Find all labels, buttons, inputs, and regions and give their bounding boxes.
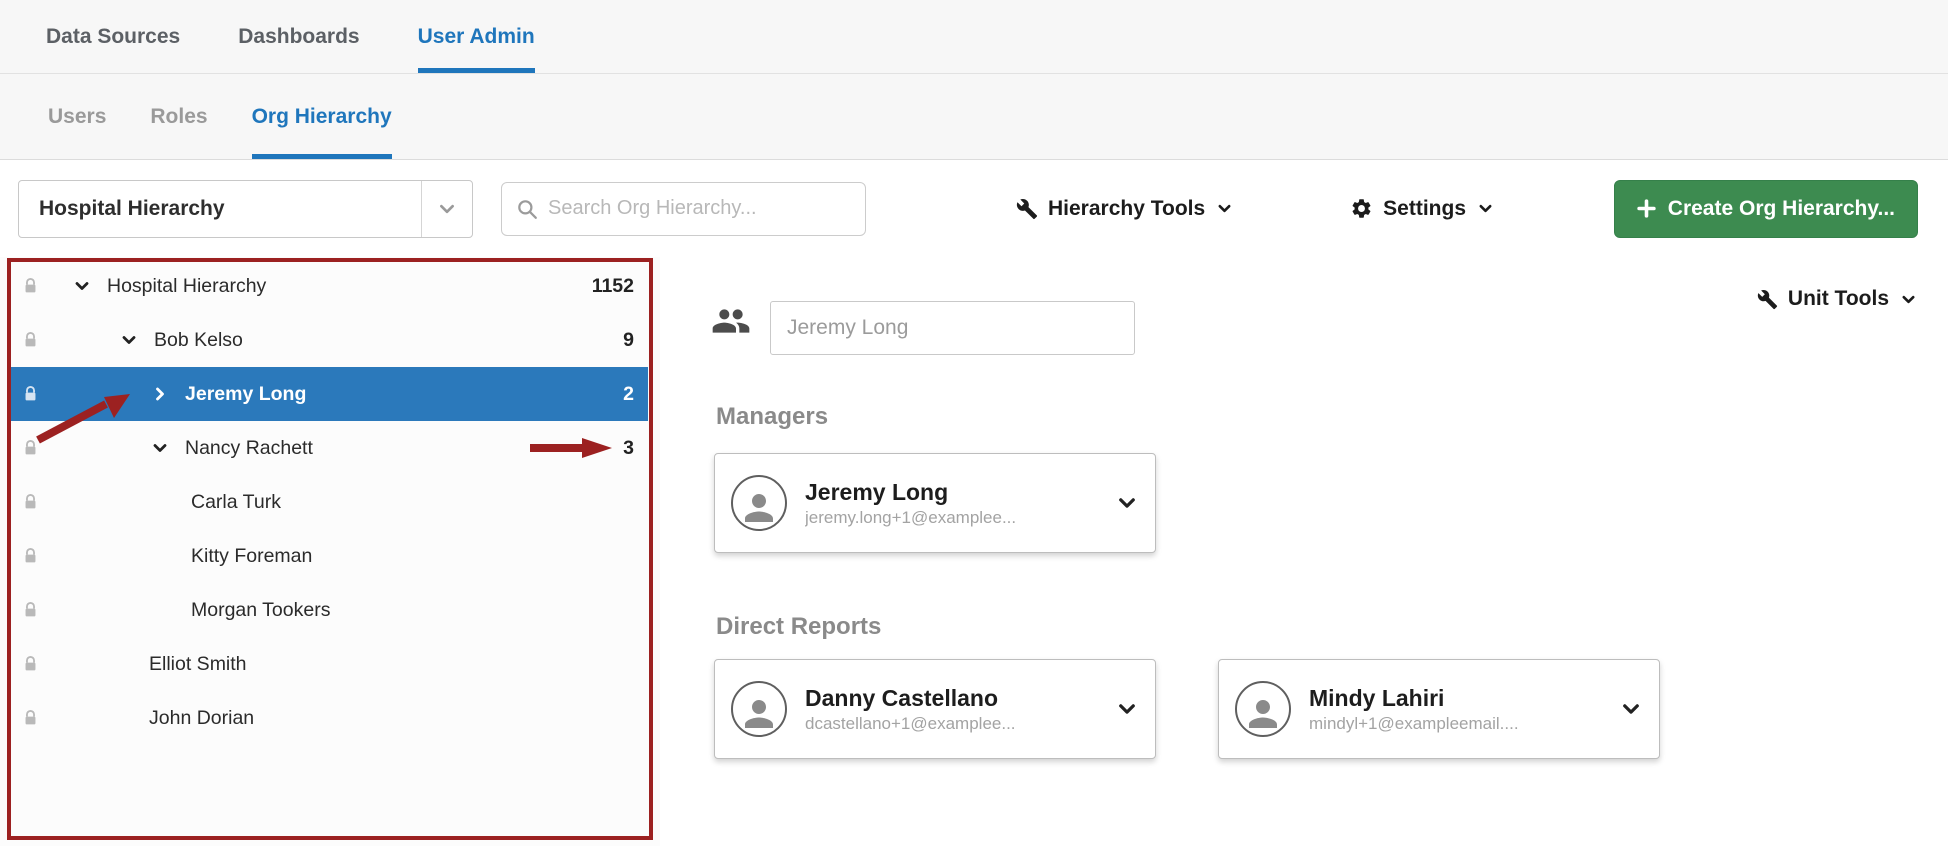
tree-row-selected[interactable]: Jeremy Long 2 <box>9 367 648 421</box>
lock-icon[interactable] <box>22 386 39 403</box>
search-icon <box>516 198 538 220</box>
nav-item-user-admin[interactable]: User Admin <box>418 0 535 73</box>
direct-reports-heading: Direct Reports <box>716 613 881 641</box>
chevron-down-icon <box>422 200 472 218</box>
tree-item-count: 3 <box>623 437 648 460</box>
direct-report-card[interactable]: Danny Castellano dcastellano+1@examplee.… <box>714 659 1156 759</box>
wrench-icon <box>1016 198 1038 220</box>
chevron-down-icon <box>1478 201 1493 216</box>
nav-item-data-sources[interactable]: Data Sources <box>46 0 180 73</box>
lock-icon[interactable] <box>22 602 39 619</box>
search-input[interactable] <box>548 197 851 220</box>
tree-item-label: Kitty Foreman <box>191 545 312 568</box>
person-name: Danny Castellano <box>805 684 1109 714</box>
settings-menu[interactable]: Settings <box>1350 197 1493 221</box>
chevron-down-icon <box>1901 292 1916 307</box>
hierarchy-select[interactable]: Hospital Hierarchy <box>18 180 473 238</box>
lock-icon[interactable] <box>22 278 39 295</box>
tree-item-label: Bob Kelso <box>154 329 243 352</box>
hierarchy-select-value: Hospital Hierarchy <box>19 197 421 221</box>
managers-heading: Managers <box>716 403 828 431</box>
lock-icon[interactable] <box>22 332 39 349</box>
wrench-icon <box>1757 289 1778 310</box>
manager-card[interactable]: Jeremy Long jeremy.long+1@examplee... <box>714 453 1156 553</box>
hierarchy-tools-label: Hierarchy Tools <box>1048 197 1205 221</box>
hierarchy-tools-menu[interactable]: Hierarchy Tools <box>1016 197 1232 221</box>
tree-item-label: Jeremy Long <box>185 383 306 406</box>
person-name: Jeremy Long <box>805 478 1109 508</box>
unit-tools-menu[interactable]: Unit Tools <box>1757 287 1916 311</box>
tree-row[interactable]: Elliot Smith <box>9 637 648 691</box>
tree-item-label: Elliot Smith <box>149 653 247 676</box>
tree-row[interactable]: Hospital Hierarchy 1152 <box>9 259 648 313</box>
lock-icon[interactable] <box>22 494 39 511</box>
chevron-down-icon[interactable] <box>149 440 171 456</box>
nav-item-dashboards[interactable]: Dashboards <box>238 0 359 73</box>
tree-item-count: 1152 <box>592 275 648 298</box>
chevron-down-icon[interactable] <box>118 332 140 348</box>
tree-item-label: John Dorian <box>149 707 254 730</box>
sub-nav: Users Roles Org Hierarchy <box>0 74 1948 160</box>
tree-item-label: Carla Turk <box>191 491 281 514</box>
tree-row[interactable]: Nancy Rachett 3 <box>9 421 648 475</box>
person-email: jeremy.long+1@examplee... <box>805 508 1109 528</box>
chevron-right-icon[interactable] <box>149 386 171 402</box>
tree-item-label: Morgan Tookers <box>191 599 330 622</box>
chevron-down-icon[interactable] <box>71 278 93 294</box>
create-org-hierarchy-button[interactable]: Create Org Hierarchy... <box>1614 180 1918 238</box>
direct-report-card[interactable]: Mindy Lahiri mindyl+1@exampleemail.... <box>1218 659 1660 759</box>
toolbar: Hospital Hierarchy Hierarchy Tools Setti… <box>0 160 1948 257</box>
tree-item-count: 2 <box>623 383 648 406</box>
unit-name-input[interactable] <box>770 301 1135 355</box>
plus-icon <box>1637 199 1656 218</box>
content: Hospital Hierarchy 1152 Bob Kelso 9 Jere… <box>0 257 1948 846</box>
lock-icon[interactable] <box>22 710 39 727</box>
unit-tools-label: Unit Tools <box>1788 287 1889 311</box>
tree-row[interactable]: Carla Turk <box>9 475 648 529</box>
chevron-down-icon <box>1217 201 1232 216</box>
person-email: dcastellano+1@examplee... <box>805 714 1109 734</box>
chevron-down-icon[interactable] <box>1621 699 1641 719</box>
tree-row[interactable]: Kitty Foreman <box>9 529 648 583</box>
avatar <box>1235 681 1291 737</box>
tree-item-count: 9 <box>623 329 648 352</box>
tab-users[interactable]: Users <box>48 74 106 159</box>
tree-row[interactable]: John Dorian <box>9 691 648 745</box>
tab-roles[interactable]: Roles <box>150 74 207 159</box>
chevron-down-icon[interactable] <box>1117 699 1137 719</box>
lock-icon[interactable] <box>22 440 39 457</box>
gear-icon <box>1350 197 1373 220</box>
lock-icon[interactable] <box>22 548 39 565</box>
avatar <box>731 681 787 737</box>
top-nav: Data Sources Dashboards User Admin <box>0 0 1948 74</box>
tab-org-hierarchy[interactable]: Org Hierarchy <box>252 74 392 159</box>
tree-item-label: Nancy Rachett <box>185 437 313 460</box>
chevron-down-icon[interactable] <box>1117 493 1137 513</box>
tree-item-label: Hospital Hierarchy <box>107 275 266 298</box>
tree-row[interactable]: Bob Kelso 9 <box>9 313 648 367</box>
person-email: mindyl+1@exampleemail.... <box>1309 714 1613 734</box>
create-org-hierarchy-label: Create Org Hierarchy... <box>1668 197 1895 221</box>
person-name: Mindy Lahiri <box>1309 684 1613 714</box>
avatar <box>731 475 787 531</box>
group-people-icon <box>708 301 754 341</box>
unit-detail-pane: Unit Tools Managers Jeremy Long jeremy.l… <box>660 257 1948 846</box>
org-tree-panel: Hospital Hierarchy 1152 Bob Kelso 9 Jere… <box>0 257 660 846</box>
settings-label: Settings <box>1383 197 1466 221</box>
lock-icon[interactable] <box>22 656 39 673</box>
search-box <box>501 182 866 236</box>
tree-row[interactable]: Morgan Tookers <box>9 583 648 637</box>
